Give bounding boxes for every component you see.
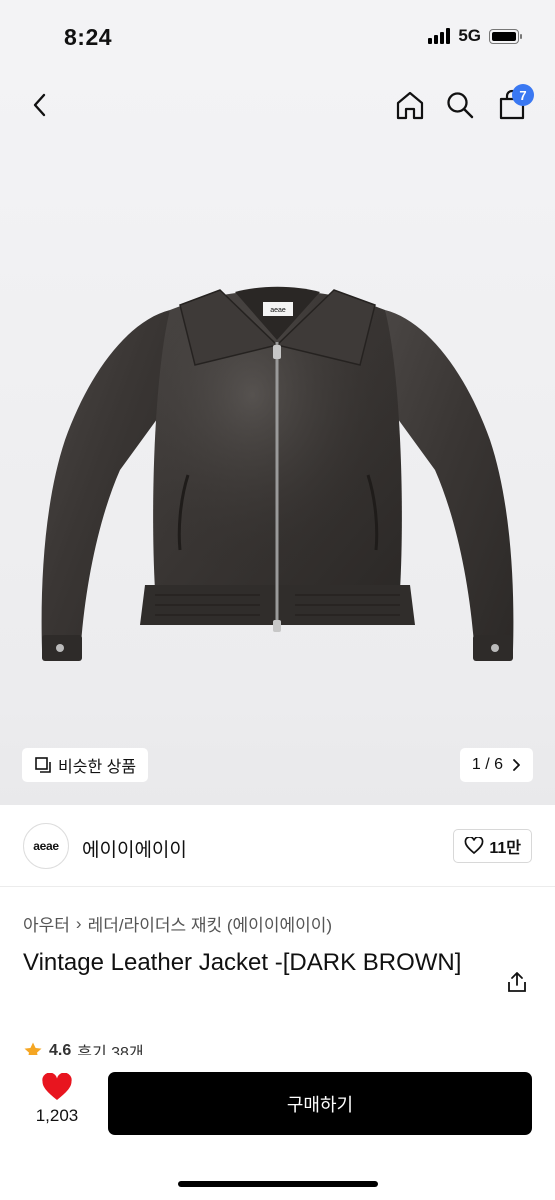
status-bar: 8:24 5G [0, 0, 555, 70]
brand-logo-text: aeae [33, 839, 59, 853]
back-button[interactable] [22, 87, 58, 123]
chevron-right-icon [513, 759, 520, 771]
home-icon [396, 91, 424, 120]
buy-button[interactable]: 구매하기 [108, 1072, 532, 1135]
back-icon [33, 93, 46, 117]
pager-text: 1 / 6 [471, 756, 503, 773]
breadcrumb-item[interactable]: 레더/라이더스 재킷 (에이이에이이) [88, 911, 332, 936]
brand-row: aeae 에이이에이이 11만 [0, 805, 555, 887]
breadcrumb-separator: › [75, 913, 82, 933]
status-time: 8:24 [64, 24, 113, 50]
search-icon [447, 92, 474, 119]
product-image-gallery[interactable]: 7 aeae 비슷한 상품 1 / 6 [0, 70, 555, 805]
share-icon [508, 972, 526, 992]
search-button[interactable] [442, 87, 478, 123]
product-title: Vintage Leather Jacket -[DARK BROWN] [23, 949, 462, 976]
signal-icon [428, 28, 451, 44]
product-image: aeae [20, 250, 535, 690]
battery-icon [489, 28, 522, 44]
breadcrumb-item[interactable]: 아우터 [23, 911, 70, 936]
cart-count-badge: 7 [512, 84, 534, 106]
similar-products-button[interactable]: 비슷한 상품 [22, 748, 149, 782]
home-indicator [178, 1181, 378, 1187]
svg-text:aeae: aeae [270, 307, 286, 314]
share-button[interactable] [505, 970, 529, 994]
wishlist-count: 1,203 [35, 1106, 79, 1125]
brand-name[interactable]: 에이이에이이 [82, 835, 187, 862]
brand-like-count: 11만 [489, 840, 521, 857]
brand-logo[interactable]: aeae [23, 823, 69, 869]
heart-filled-icon [42, 1073, 72, 1100]
cart-button[interactable]: 7 [494, 84, 534, 123]
status-indicators: 5G [428, 26, 522, 46]
copy-icon [35, 757, 51, 773]
home-button[interactable] [392, 87, 428, 123]
network-label: 5G [458, 26, 481, 45]
image-pager[interactable]: 1 / 6 [459, 748, 533, 782]
brand-like-button[interactable]: 11만 [453, 829, 532, 863]
breadcrumb: 아우터 › 레더/라이더스 재킷 (에이이에이이) [23, 911, 332, 936]
wishlist-button[interactable]: 1,203 [26, 1073, 88, 1126]
bottom-action-bar: 1,203 구매하기 [0, 1055, 555, 1200]
similar-products-label: 비슷한 상품 [58, 759, 137, 776]
top-nav: 7 [0, 70, 555, 140]
heart-outline-icon [465, 837, 484, 855]
